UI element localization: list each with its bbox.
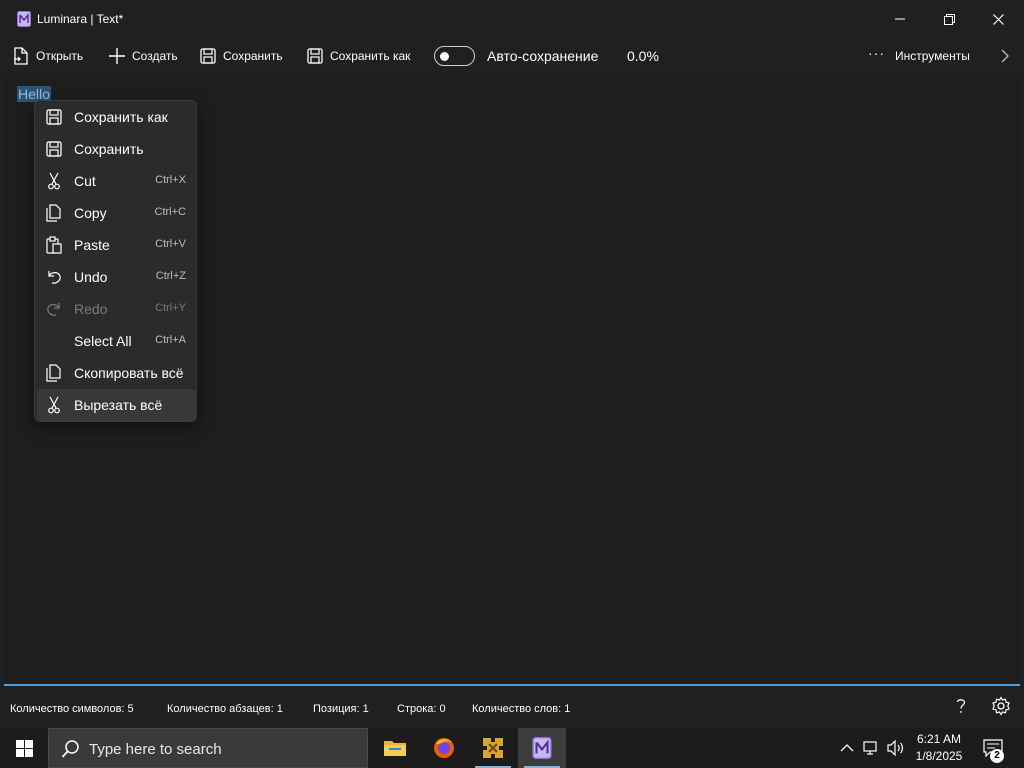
save-icon — [45, 140, 63, 158]
menu-item-cut-all[interactable]: Вырезать всё — [37, 389, 196, 421]
menu-item-paste[interactable]: Paste Ctrl+V — [35, 229, 196, 261]
paragraph-count: Количество абзацев: 1 — [167, 703, 283, 715]
search-placeholder: Type here to search — [89, 741, 222, 758]
tools-label: Инструменты — [895, 49, 970, 63]
close-icon — [992, 13, 1004, 25]
volume-icon — [887, 740, 903, 756]
open-file-icon — [12, 47, 30, 65]
menu-item-label: Paste — [74, 237, 110, 253]
title-bar: Luminara | Text* — [0, 0, 1024, 38]
taskbar-luminara[interactable] — [518, 728, 566, 768]
menu-item-cut[interactable]: Cut Ctrl+X — [35, 165, 196, 197]
paste-icon — [45, 236, 63, 254]
save-label: Сохранить — [223, 49, 283, 63]
window-title: Luminara | Text* — [37, 12, 124, 26]
menu-item-undo[interactable]: Undo Ctrl+Z — [35, 261, 196, 293]
notification-count-badge: 2 — [990, 749, 1004, 763]
tools-button[interactable]: ··· Инструменты — [868, 38, 970, 74]
open-label: Открыть — [36, 49, 84, 63]
save-icon — [199, 47, 217, 65]
luminara-app-icon — [532, 737, 552, 759]
undo-icon — [45, 268, 63, 286]
menu-item-shortcut: Ctrl+Z — [155, 270, 186, 282]
clock-date: 1/8/2025 — [915, 749, 963, 763]
scissors-icon — [45, 396, 63, 414]
cursor-position: Позиция: 1 — [313, 703, 369, 715]
help-icon[interactable] — [951, 696, 971, 716]
close-button[interactable] — [974, 0, 1022, 38]
scissors-icon — [45, 172, 63, 190]
toggle-knob — [440, 51, 449, 61]
windows-logo-icon — [15, 739, 33, 757]
start-button[interactable] — [0, 728, 48, 768]
save-as-icon — [45, 108, 63, 126]
menu-item-label: Undo — [74, 269, 108, 285]
taskbar-search[interactable]: Type here to search — [48, 728, 368, 768]
show-hidden-icons-button[interactable] — [836, 728, 858, 768]
firefox-icon — [434, 738, 454, 758]
menu-item-select-all[interactable]: Select All Ctrl+A — [35, 325, 196, 357]
network-tray[interactable] — [860, 728, 884, 768]
app-grid-icon — [483, 738, 503, 758]
menu-item-label: Скопировать всё — [74, 365, 184, 381]
plus-icon — [108, 47, 126, 65]
luminara-app-icon — [17, 11, 31, 27]
restore-button[interactable] — [925, 0, 973, 38]
volume-tray[interactable] — [884, 728, 908, 768]
clock-time: 6:21 AM — [916, 732, 962, 746]
search-icon — [61, 740, 79, 758]
menu-item-label: Сохранить — [74, 141, 144, 157]
minimize-icon — [895, 18, 905, 20]
status-bar: Количество символов: 5 Количество абзаце… — [0, 686, 1024, 728]
folder-icon — [384, 741, 406, 756]
minimize-button[interactable] — [876, 0, 924, 38]
save-button[interactable]: Сохранить — [199, 38, 283, 74]
new-label: Создать — [132, 49, 178, 63]
menu-item-label: Сохранить как — [74, 109, 168, 125]
save-as-icon — [306, 47, 324, 65]
redo-icon — [45, 300, 63, 318]
menu-item-shortcut: Ctrl+V — [155, 238, 186, 250]
more-dots-icon: ··· — [868, 45, 885, 61]
context-menu: Сохранить как Сохранить Cut Ctrl+X Copy … — [34, 100, 197, 422]
autosave-label: Авто-сохранение — [487, 48, 599, 64]
menu-item-copy[interactable]: Copy Ctrl+C — [35, 197, 196, 229]
char-count: Количество символов: 5 — [10, 703, 134, 715]
taskbar-file-explorer[interactable] — [371, 728, 419, 768]
menu-item-save-as[interactable]: Сохранить как — [35, 101, 196, 133]
chevron-up-icon — [840, 744, 854, 752]
restore-icon — [943, 13, 955, 25]
taskbar: Type here to search 6:21 AM 1/8/2025 2 — [0, 728, 1024, 768]
chevron-right-icon[interactable] — [996, 47, 1014, 65]
save-as-button[interactable]: Сохранить как — [306, 38, 410, 74]
new-button[interactable]: Создать — [108, 38, 178, 74]
progress-percent: 0.0% — [627, 48, 659, 64]
menu-item-shortcut: Ctrl+C — [154, 206, 186, 218]
taskbar-firefox[interactable] — [420, 728, 468, 768]
menu-item-shortcut: Ctrl+Y — [155, 302, 186, 314]
copy-icon — [45, 204, 63, 222]
line-number: Строка: 0 — [397, 703, 446, 715]
network-icon — [863, 741, 877, 755]
menu-item-save[interactable]: Сохранить — [35, 133, 196, 165]
autosave-toggle[interactable] — [434, 46, 475, 66]
menu-item-label: Redo — [74, 301, 108, 317]
menu-item-label: Select All — [74, 333, 132, 349]
menu-item-label: Copy — [74, 205, 107, 221]
settings-gear-icon[interactable] — [991, 696, 1011, 716]
word-count: Количество слов: 1 — [472, 703, 571, 715]
save-as-label: Сохранить как — [330, 49, 411, 63]
copy-icon — [45, 364, 63, 382]
clock[interactable]: 6:21 AM 1/8/2025 — [908, 731, 970, 765]
menu-item-shortcut: Ctrl+X — [155, 174, 186, 186]
menu-item-label: Cut — [74, 173, 96, 189]
menu-item-shortcut: Ctrl+A — [155, 334, 186, 346]
menu-item-redo[interactable]: Redo Ctrl+Y — [35, 293, 196, 325]
menu-item-label: Вырезать всё — [74, 397, 163, 413]
menu-item-copy-all[interactable]: Скопировать всё — [35, 357, 196, 389]
open-button[interactable]: Открыть — [12, 38, 83, 74]
toolbar: Открыть Создать Сохранить Сохранить как … — [0, 38, 1024, 74]
taskbar-app-yellow[interactable] — [469, 728, 517, 768]
